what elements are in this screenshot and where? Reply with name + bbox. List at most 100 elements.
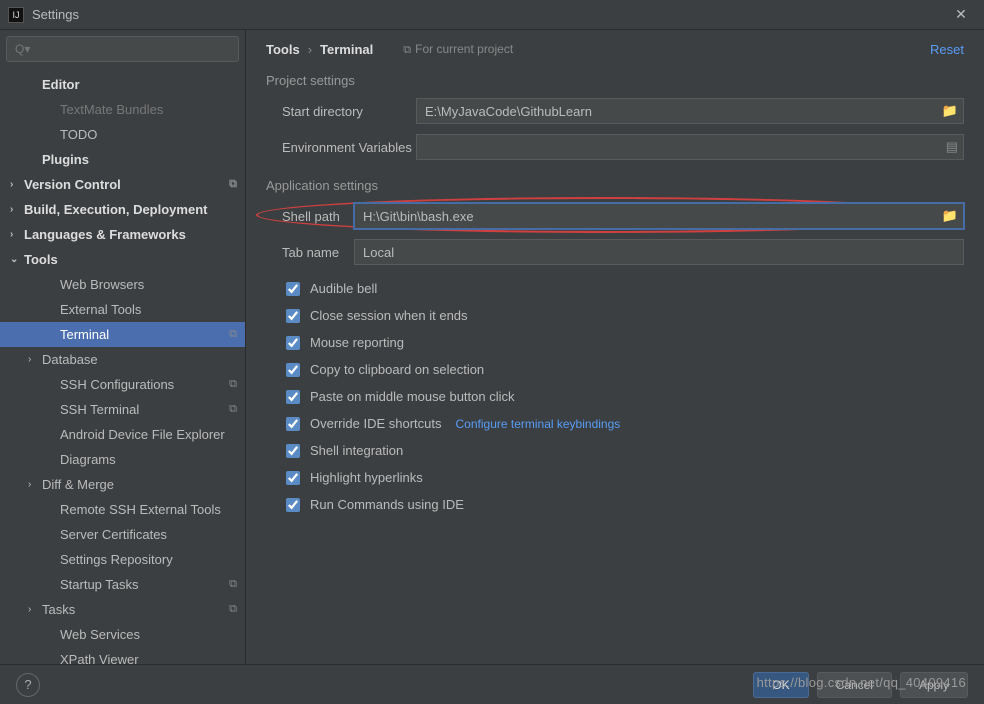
sidebar-item-version-control[interactable]: ›Version Control⧉	[0, 172, 245, 197]
checkbox-row: Highlight hyperlinks	[266, 464, 964, 491]
checkbox-label: Close session when it ends	[310, 308, 468, 323]
sidebar-item-label: Server Certificates	[60, 527, 167, 542]
sidebar-item-languages-frameworks[interactable]: ›Languages & Frameworks	[0, 222, 245, 247]
sidebar-item-label: Editor	[42, 77, 80, 92]
checkbox-label: Run Commands using IDE	[310, 497, 464, 512]
copy-icon: ⧉	[229, 603, 237, 616]
copy-icon: ⧉	[229, 578, 237, 591]
sidebar-item-diff-merge[interactable]: ›Diff & Merge	[0, 472, 245, 497]
sidebar-item-editor[interactable]: Editor	[0, 72, 245, 97]
copy-icon: ⧉	[229, 403, 237, 416]
checkbox-label: Copy to clipboard on selection	[310, 362, 484, 377]
folder-icon[interactable]: 📁	[942, 208, 958, 224]
checkbox-row: Audible bell	[266, 275, 964, 302]
sidebar-item-label: Tasks	[42, 602, 75, 617]
sidebar-item-todo[interactable]: TODO	[0, 122, 245, 147]
footer: ? OK Cancel Apply	[0, 664, 984, 704]
apply-button[interactable]: Apply	[900, 672, 968, 698]
sidebar-item-server-certificates[interactable]: Server Certificates	[0, 522, 245, 547]
main-panel: Tools › Terminal ⧉For current project Re…	[246, 30, 984, 664]
sidebar-item-terminal[interactable]: Terminal⧉	[0, 322, 245, 347]
app-icon: IJ	[8, 7, 24, 23]
sidebar-item-external-tools[interactable]: External Tools	[0, 297, 245, 322]
sidebar-item-label: Diagrams	[60, 452, 116, 467]
sidebar-item-label: Diff & Merge	[42, 477, 114, 492]
close-icon[interactable]: ✕	[946, 6, 976, 23]
sidebar-item-label: TextMate Bundles	[60, 102, 163, 117]
sidebar-item-textmate-bundles[interactable]: TextMate Bundles	[0, 97, 245, 122]
help-button[interactable]: ?	[16, 673, 40, 697]
sidebar-item-ssh-terminal[interactable]: SSH Terminal ⧉	[0, 397, 245, 422]
checkbox-audible-bell[interactable]	[286, 282, 300, 296]
sidebar-item-label: XPath Viewer	[60, 652, 139, 664]
breadcrumb-root[interactable]: Tools	[266, 42, 300, 57]
app-settings-title: Application settings	[266, 178, 964, 193]
checkbox-row: Run Commands using IDE	[266, 491, 964, 518]
sidebar-item-label: TODO	[60, 127, 97, 142]
sidebar-item-ssh-configurations[interactable]: SSH Configurations ⧉	[0, 372, 245, 397]
sidebar-item-label: Android Device File Explorer	[60, 427, 225, 442]
search-input[interactable]	[6, 36, 239, 62]
configure-keybindings-link[interactable]: Configure terminal keybindings	[456, 417, 621, 431]
checkbox-label: Shell integration	[310, 443, 403, 458]
sidebar-item-startup-tasks[interactable]: Startup Tasks ⧉	[0, 572, 245, 597]
reset-link[interactable]: Reset	[930, 42, 964, 57]
checkbox-highlight-hyperlinks[interactable]	[286, 471, 300, 485]
sidebar-item-tools[interactable]: ⌄Tools	[0, 247, 245, 272]
checkbox-override-ide-shortcuts[interactable]	[286, 417, 300, 431]
sidebar-item-settings-repository[interactable]: Settings Repository	[0, 547, 245, 572]
sidebar-item-database[interactable]: ›Database	[0, 347, 245, 372]
sidebar-item-tasks[interactable]: ›Tasks⧉	[0, 597, 245, 622]
shell-path-label: Shell path	[266, 209, 354, 224]
shell-path-input[interactable]	[354, 203, 964, 229]
sidebar-item-label: SSH Terminal	[60, 402, 139, 417]
tab-name-input[interactable]	[354, 239, 964, 265]
cancel-button[interactable]: Cancel	[817, 672, 892, 698]
env-vars-label: Environment Variables	[266, 140, 416, 155]
chevron-right-icon: ›	[308, 42, 312, 57]
checkbox-paste-on-middle-mouse-button-click[interactable]	[286, 390, 300, 404]
folder-icon[interactable]: 📁	[942, 103, 958, 119]
sidebar-item-label: Version Control	[24, 177, 121, 192]
env-vars-input[interactable]	[416, 134, 964, 160]
sidebar-item-label: Web Browsers	[60, 277, 144, 292]
breadcrumb: Tools › Terminal ⧉For current project Re…	[266, 42, 964, 57]
checkbox-row: Shell integration	[266, 437, 964, 464]
checkbox-mouse-reporting[interactable]	[286, 336, 300, 350]
sidebar-item-label: Web Services	[60, 627, 140, 642]
sidebar-item-label: External Tools	[60, 302, 141, 317]
sidebar-item-remote-ssh-external-tools[interactable]: Remote SSH External Tools	[0, 497, 245, 522]
sidebar-item-build-execution-deployment[interactable]: ›Build, Execution, Deployment	[0, 197, 245, 222]
settings-tree[interactable]: Editor TextMate Bundles TODO Plugins›Versio…	[0, 68, 245, 664]
sidebar-item-xpath-viewer[interactable]: XPath Viewer	[0, 647, 245, 664]
sidebar-item-web-browsers[interactable]: Web Browsers	[0, 272, 245, 297]
checkbox-run-commands-using-ide[interactable]	[286, 498, 300, 512]
sidebar-item-label: Database	[42, 352, 98, 367]
sidebar-item-web-services[interactable]: Web Services	[0, 622, 245, 647]
sidebar-item-plugins[interactable]: Plugins	[0, 147, 245, 172]
sidebar-item-label: SSH Configurations	[60, 377, 174, 392]
checkbox-list: Audible bell Close session when it ends Mo…	[266, 275, 964, 518]
checkbox-close-session-when-it-ends[interactable]	[286, 309, 300, 323]
copy-icon: ⧉	[229, 328, 237, 341]
checkbox-row: Copy to clipboard on selection	[266, 356, 964, 383]
sidebar-item-label: Startup Tasks	[60, 577, 139, 592]
ok-button[interactable]: OK	[753, 672, 808, 698]
checkbox-copy-to-clipboard-on-selection[interactable]	[286, 363, 300, 377]
scope-label: ⧉For current project	[403, 42, 513, 57]
project-settings-title: Project settings	[266, 73, 964, 88]
checkbox-label: Mouse reporting	[310, 335, 404, 350]
tab-name-label: Tab name	[266, 245, 354, 260]
checkbox-shell-integration[interactable]	[286, 444, 300, 458]
checkbox-label: Paste on middle mouse button click	[310, 389, 515, 404]
list-icon[interactable]: ▤	[946, 139, 958, 155]
titlebar: IJ Settings ✕	[0, 0, 984, 30]
sidebar-item-diagrams[interactable]: Diagrams	[0, 447, 245, 472]
start-directory-input[interactable]	[416, 98, 964, 124]
checkbox-row: Mouse reporting	[266, 329, 964, 356]
copy-icon: ⧉	[229, 378, 237, 391]
window-title: Settings	[32, 7, 946, 22]
sidebar-item-android-device-file-explorer[interactable]: Android Device File Explorer	[0, 422, 245, 447]
start-directory-label: Start directory	[266, 104, 416, 119]
checkbox-label: Highlight hyperlinks	[310, 470, 423, 485]
